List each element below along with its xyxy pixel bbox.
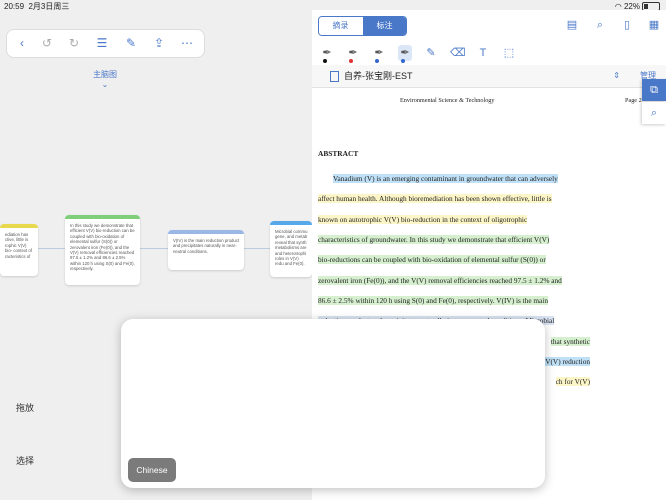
status-time: 20:59 [4,2,25,11]
edit-icon[interactable]: ✎ [124,36,138,50]
text-line: 86.6 ± 2.5% within 120 h using S(0) and … [318,296,548,305]
zoom-icon[interactable]: ⌕ [642,102,666,124]
pen-blue-icon[interactable]: ✒ [372,45,386,63]
page-number: Page 2 [625,97,642,104]
text-line: affect human health. Although bioremedia… [318,194,552,203]
undo-icon[interactable]: ↺ [40,36,54,50]
search-icon[interactable]: ⌕ [594,19,606,31]
drag-button[interactable]: 拖放 [10,393,40,423]
connector [140,248,168,249]
status-date: 2月3日周三 [28,2,70,11]
node-text: In this study we demonstrate that effici… [70,223,135,272]
pen-red-icon[interactable]: ✒ [346,45,360,63]
mindmap-node[interactable]: In this study we demonstrate that effici… [65,215,140,285]
back-icon[interactable]: ‹ [15,36,29,50]
document-icon[interactable]: ▤ [566,19,578,31]
select-button[interactable]: 选择 [10,446,40,476]
pen-black-icon[interactable]: ✒ [320,45,334,63]
highlighter-icon[interactable]: ✎ [424,45,438,61]
journal-header: Environmental Science & Technology [400,97,495,104]
document-icon [330,71,339,82]
connector [38,248,65,249]
sort-icon[interactable]: ⇕ [613,65,620,87]
tab-excerpt[interactable]: 摘录 [319,17,362,35]
text-line: known on autotrophic V(V) bio-reduction … [318,215,528,224]
document-title[interactable]: 自养-张宝刚-EST [344,65,413,87]
text-line: zerovalent iron (Fe(0)), and the V(V) re… [318,276,562,285]
bookmark-icon[interactable]: ▯ [621,19,633,31]
more-icon[interactable]: ⋯ [180,36,194,50]
node-text: ediation has ctive, little is rophic V(V… [5,232,32,259]
redo-icon[interactable]: ↻ [67,36,81,50]
node-text: Microbial commu gene, and metab reveal t… [275,229,308,267]
outline-icon[interactable]: ☰ [95,36,109,50]
mindmap-toolbar: ‹ ↺ ↻ ☰ ✎ ⇪ ⋯ [7,30,204,57]
chevron-down-icon: ⌄ [101,80,109,89]
text-box-icon[interactable]: T [476,45,490,61]
translation-popup: Chinese [121,319,545,488]
connector [244,248,270,249]
eraser-icon[interactable]: ⌫ [450,45,466,61]
text-line: characteristics of groundwater. In this … [318,235,550,244]
node-text: V(IV) is the main reduction product and … [173,238,240,254]
mindmap-node[interactable]: Microbial commu gene, and metab reveal t… [270,221,312,277]
text-line: Vanadium (V) is an emerging contaminant … [333,174,558,183]
pen-selected-icon[interactable]: ✒ [398,45,412,63]
document-bar: 自养-张宝刚-EST ⇕ 管理 [312,65,666,88]
mindmap-node[interactable]: ediation has ctive, little is rophic V(V… [0,224,38,276]
abstract-heading: ABSTRACT [318,149,359,158]
mode-segment: 摘录 标注 [318,16,407,36]
lasso-icon[interactable]: ⬚ [502,45,516,61]
mindmap-title[interactable]: 主脑图 ⌄ [85,69,125,89]
share-icon[interactable]: ⇪ [152,36,166,50]
mindmap-node[interactable]: V(IV) is the main reduction product and … [168,230,244,270]
translate-icon[interactable]: ⧉ [642,79,666,101]
grid-icon[interactable]: ▦ [648,19,660,31]
annotation-toolbar: ✒ ✒ ✒ ✒ ✎ ⌫ T ⬚ [312,43,666,65]
language-button[interactable]: Chinese [128,458,176,482]
text-line: bio-reductions can be coupled with bio-o… [318,255,546,264]
tab-annotate[interactable]: 标注 [363,17,406,35]
